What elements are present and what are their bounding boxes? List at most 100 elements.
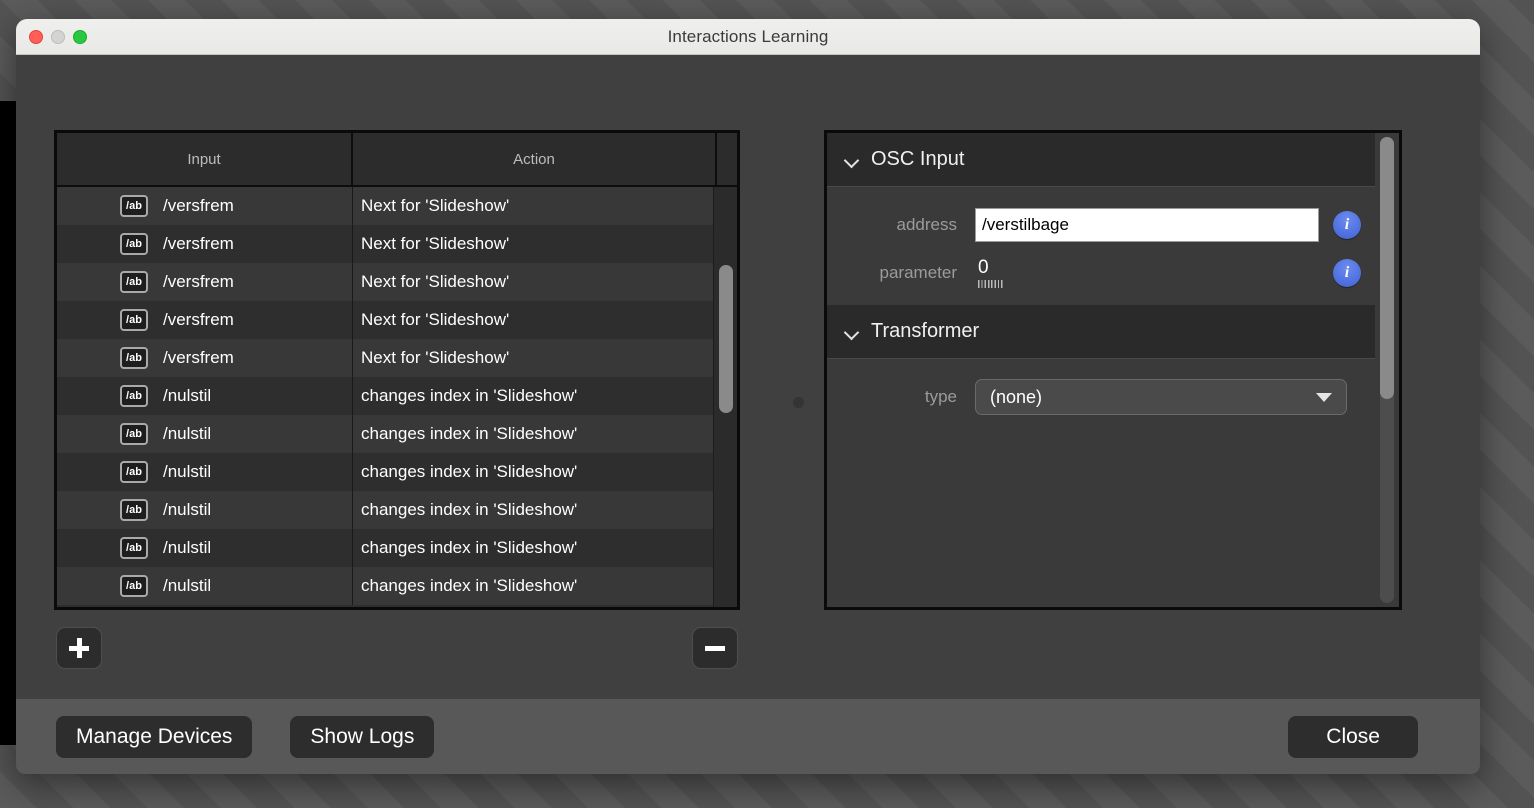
parameter-ticks-icon bbox=[978, 279, 1004, 288]
table-row[interactable]: /ab/nulstil changes index in 'Slideshow' bbox=[57, 567, 737, 605]
cell-input-label: /versfrem bbox=[163, 348, 234, 367]
cell-input-label: /nulstil bbox=[163, 424, 212, 443]
remove-interaction-button[interactable] bbox=[692, 627, 738, 669]
cell-input-label: /nulstil bbox=[163, 462, 212, 481]
cell-action-label: Next for 'Slideshow' bbox=[361, 196, 510, 215]
osc-address-icon: /ab bbox=[120, 461, 148, 483]
column-header-action[interactable]: Action bbox=[353, 133, 717, 185]
parameter-value: 0 bbox=[978, 257, 989, 279]
osc-address-icon: /ab bbox=[120, 347, 148, 369]
desktop-left-strip bbox=[0, 101, 17, 745]
table-row[interactable]: /ab/versfrem Next for 'Slideshow' bbox=[57, 339, 737, 377]
window-body: Input Action /ab/versfrem Next for 'Slide… bbox=[16, 55, 1480, 774]
parameter-info-icon[interactable]: i bbox=[1333, 259, 1361, 287]
osc-address-icon: /ab bbox=[120, 195, 148, 217]
address-info-icon[interactable]: i bbox=[1333, 211, 1361, 239]
interactions-learning-window: Interactions Learning Input Action /ab/v… bbox=[16, 19, 1480, 774]
chevron-down-icon bbox=[843, 323, 861, 341]
transformer-type-value: (none) bbox=[990, 386, 1043, 407]
close-button[interactable]: Close bbox=[1288, 715, 1418, 758]
cell-input-label: /versfrem bbox=[163, 272, 234, 291]
cell-input-label: /versfrem bbox=[163, 196, 234, 215]
cell-input-label: /nulstil bbox=[163, 538, 212, 557]
cell-action-label: Next for 'Slideshow' bbox=[361, 310, 510, 329]
close-window-icon[interactable] bbox=[29, 29, 43, 44]
cell-input-label: /versfrem bbox=[163, 234, 234, 253]
inspector-scrollbar[interactable] bbox=[1375, 133, 1399, 607]
osc-address-icon: /ab bbox=[120, 575, 148, 597]
inspector-scrollbar-thumb[interactable] bbox=[1380, 137, 1394, 399]
section-body-transformer: type (none) bbox=[827, 359, 1375, 429]
table-scrollbar-thumb[interactable] bbox=[719, 265, 733, 413]
cell-input-label: /nulstil bbox=[163, 576, 212, 595]
transformer-type-select[interactable]: (none) bbox=[975, 379, 1347, 415]
window-footer: Manage Devices Show Logs Close bbox=[16, 699, 1480, 774]
parameter-stepper[interactable]: 0 bbox=[975, 253, 1319, 293]
column-header-spacer bbox=[717, 133, 737, 185]
cell-input: /ab/versfrem bbox=[57, 263, 353, 301]
osc-address-icon: /ab bbox=[120, 385, 148, 407]
table-row[interactable]: /ab/nulstil changes index in 'Slideshow' bbox=[57, 529, 737, 567]
label-address: address bbox=[896, 215, 957, 234]
field-row-type: type (none) bbox=[827, 373, 1375, 421]
section-title-transformer: Transformer bbox=[871, 320, 980, 342]
osc-address-icon: /ab bbox=[120, 423, 148, 445]
table-row[interactable]: /ab/versfrem Next for 'Slideshow' bbox=[57, 263, 737, 301]
address-input[interactable] bbox=[975, 208, 1319, 242]
osc-address-icon: /ab bbox=[120, 233, 148, 255]
label-parameter: parameter bbox=[879, 263, 957, 282]
chevron-down-icon bbox=[843, 151, 861, 169]
cell-input: /ab/versfrem bbox=[57, 339, 353, 377]
osc-address-icon: /ab bbox=[120, 537, 148, 559]
table-scrollbar[interactable] bbox=[713, 187, 737, 607]
add-interaction-button[interactable] bbox=[56, 627, 102, 669]
cell-action-label: changes index in 'Slideshow' bbox=[361, 386, 578, 405]
table-row[interactable]: /ab/nulstil changes index in 'Slideshow' bbox=[57, 415, 737, 453]
table-row[interactable]: /ab/nulstil changes index in 'Slideshow' bbox=[57, 453, 737, 491]
section-header-osc-input[interactable]: OSC Input bbox=[827, 133, 1375, 187]
chevron-down-icon bbox=[1316, 392, 1332, 402]
cell-input: /ab/nulstil bbox=[57, 567, 353, 605]
osc-address-icon: /ab bbox=[120, 271, 148, 293]
osc-address-icon: /ab bbox=[120, 499, 148, 521]
cell-input-label: /nulstil bbox=[163, 500, 212, 519]
cell-action-label: Next for 'Slideshow' bbox=[361, 348, 510, 367]
cell-action-label: Next for 'Slideshow' bbox=[361, 234, 510, 253]
show-logs-button[interactable]: Show Logs bbox=[290, 715, 435, 758]
cell-action-label: changes index in 'Slideshow' bbox=[361, 576, 578, 595]
cell-input: /ab/nulstil bbox=[57, 453, 353, 491]
field-row-address: address i bbox=[827, 201, 1375, 249]
table-body: /ab/versfrem Next for 'Slideshow'/ab/vers… bbox=[57, 187, 737, 607]
column-header-input[interactable]: Input bbox=[57, 133, 353, 185]
section-header-transformer[interactable]: Transformer bbox=[827, 305, 1375, 359]
window-titlebar[interactable]: Interactions Learning bbox=[16, 19, 1480, 55]
cell-input: /ab/versfrem bbox=[57, 187, 353, 225]
table-row[interactable]: /ab/versfrem Next for 'Slideshow' bbox=[57, 187, 737, 225]
cell-action-label: changes index in 'Slideshow' bbox=[361, 462, 578, 481]
cell-action-label: Next for 'Slideshow' bbox=[361, 272, 510, 291]
table-rows-container: /ab/versfrem Next for 'Slideshow'/ab/vers… bbox=[57, 187, 737, 605]
table-row[interactable]: /ab/versfrem Next for 'Slideshow' bbox=[57, 301, 737, 339]
maximize-window-icon[interactable] bbox=[73, 29, 87, 44]
table-header-row: Input Action bbox=[57, 133, 737, 187]
inspector-sections: OSC Input address i parameter 0 bbox=[827, 133, 1375, 607]
cell-input: /ab/versfrem bbox=[57, 301, 353, 339]
section-title-osc-input: OSC Input bbox=[871, 148, 965, 170]
label-type: type bbox=[924, 387, 957, 406]
cell-action-label: changes index in 'Slideshow' bbox=[361, 538, 578, 557]
cell-action-label: changes index in 'Slideshow' bbox=[361, 500, 578, 519]
cell-input-label: /nulstil bbox=[163, 386, 212, 405]
panel-splitter-handle[interactable] bbox=[793, 397, 804, 408]
table-row[interactable]: /ab/nulstil changes index in 'Slideshow' bbox=[57, 491, 737, 529]
main-content-area: Input Action /ab/versfrem Next for 'Slide… bbox=[16, 55, 1480, 699]
table-row[interactable]: /ab/nulstil changes index in 'Slideshow' bbox=[57, 377, 737, 415]
cell-input: /ab/nulstil bbox=[57, 491, 353, 529]
manage-devices-button[interactable]: Manage Devices bbox=[56, 715, 253, 758]
interactions-table: Input Action /ab/versfrem Next for 'Slide… bbox=[54, 130, 740, 610]
cell-input: /ab/versfrem bbox=[57, 225, 353, 263]
cell-input: /ab/nulstil bbox=[57, 529, 353, 567]
osc-address-icon: /ab bbox=[120, 309, 148, 331]
inspector-panel: OSC Input address i parameter 0 bbox=[824, 130, 1402, 610]
minimize-window-icon[interactable] bbox=[51, 29, 65, 44]
table-row[interactable]: /ab/versfrem Next for 'Slideshow' bbox=[57, 225, 737, 263]
